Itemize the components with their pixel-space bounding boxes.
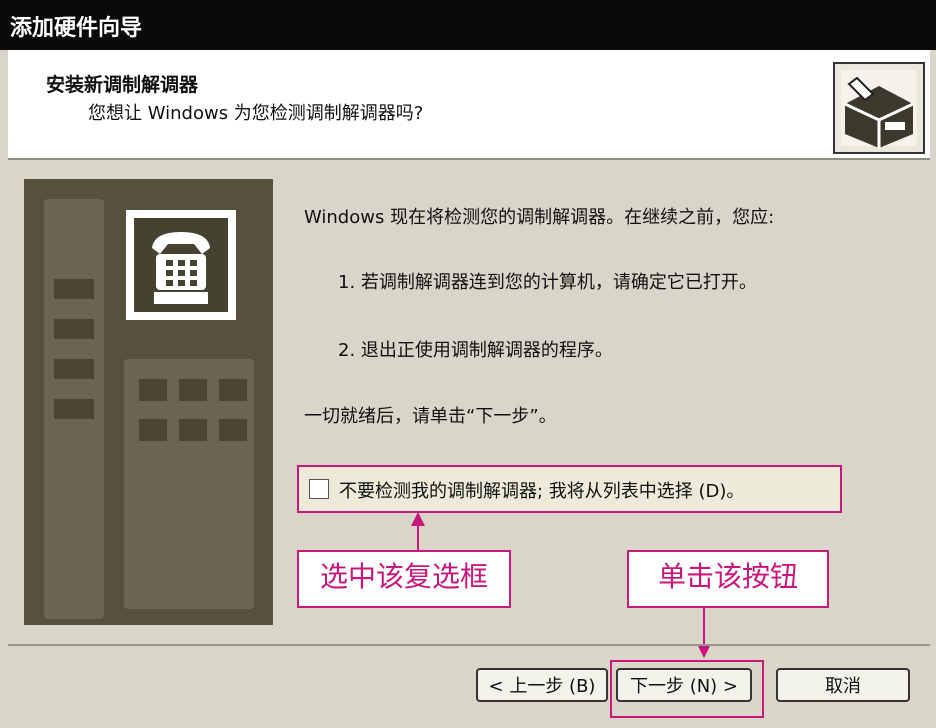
telephone-icon <box>134 218 228 312</box>
window-title: 添加硬件向导 <box>10 16 143 41</box>
back-button[interactable]: < 上一步 (B) <box>476 668 608 702</box>
wizard-dialog: 安装新调制解调器 您想让 Windows 为您检测调制解调器吗? Windows… <box>0 50 936 728</box>
header-title: 安装新调制解调器 <box>46 74 199 96</box>
step-2-text: 2. 退出正使用调制解调器的程序。 <box>338 340 613 361</box>
annotation-line-button <box>703 606 705 646</box>
ready-text: 一切就绪后，请单击“下一步”。 <box>304 406 557 427</box>
intro-text: Windows 现在将检测您的调制解调器。在继续之前，您应: <box>304 207 775 228</box>
skip-detection-option[interactable]: 不要检测我的调制解调器; 我将从列表中选择 (D)。 <box>297 465 842 513</box>
footer-separator <box>8 644 930 646</box>
annotation-arrow-down <box>697 644 711 658</box>
title-bar: 添加硬件向导 <box>0 0 936 50</box>
step-1-text: 1. 若调制解调器连到您的计算机，请确定它已打开。 <box>338 272 757 293</box>
annotation-button-note: 单击该按钮 <box>627 550 829 608</box>
telephone-icon-frame <box>126 210 236 320</box>
wizard-header: 安装新调制解调器 您想让 Windows 为您检测调制解调器吗? <box>8 50 930 160</box>
annotation-line-checkbox <box>417 524 419 550</box>
side-banner <box>24 179 273 625</box>
skip-detection-checkbox[interactable] <box>309 479 329 499</box>
cancel-button[interactable]: 取消 <box>776 668 910 702</box>
annotation-checkbox-note: 选中该复选框 <box>297 550 511 608</box>
hardware-box-icon <box>833 62 925 154</box>
header-subtitle: 您想让 Windows 为您检测调制解调器吗? <box>88 103 424 124</box>
next-button[interactable]: 下一步 (N) > <box>616 668 752 702</box>
skip-detection-label[interactable]: 不要检测我的调制解调器; 我将从列表中选择 (D)。 <box>339 477 744 503</box>
